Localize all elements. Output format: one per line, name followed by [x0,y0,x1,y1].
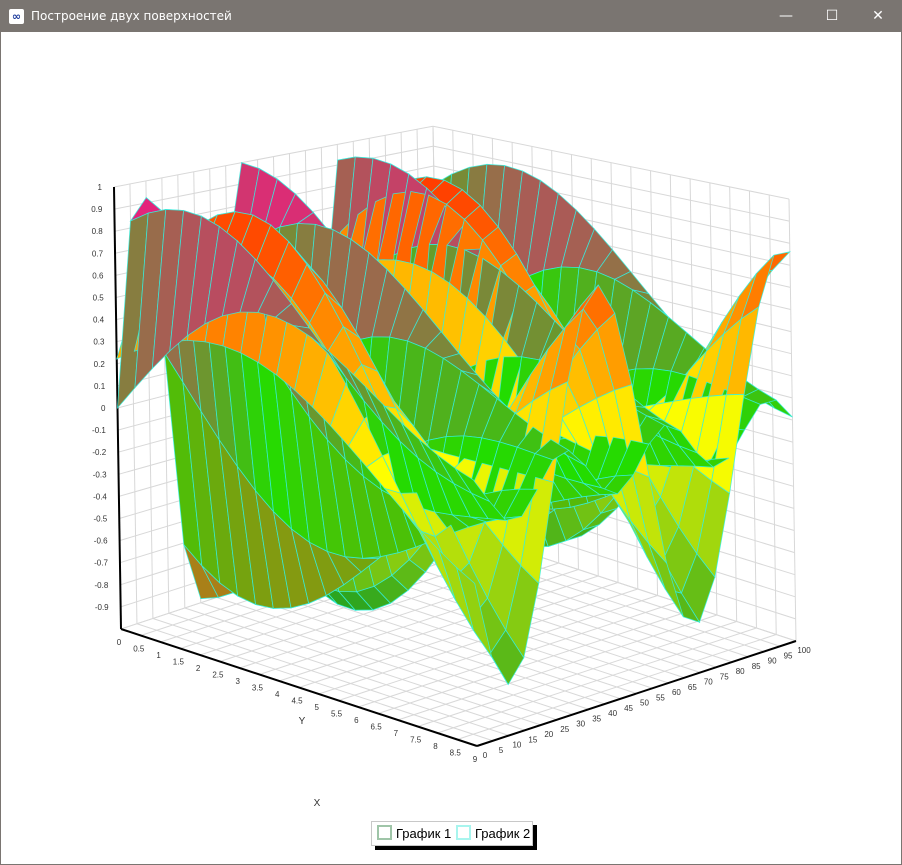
x-tick-label: 55 [656,693,665,702]
y-tick-label: 3.5 [252,684,264,693]
x-tick-label: 80 [736,667,745,676]
x-tick-label: 25 [560,725,569,734]
close-button[interactable]: ✕ [855,1,901,32]
app-window: ∞ Построение двух поверхностей — ☐ ✕ -0.… [0,0,902,865]
y-tick-label: 9 [473,755,478,764]
z-tick-label: 0.7 [92,249,104,258]
z-tick-label: 0.9 [91,205,103,214]
x-tick-label: 30 [576,720,585,729]
y-tick-label: 4.5 [291,697,303,706]
z-tick-label: -0.3 [93,470,107,479]
legend-label-2: График 2 [475,826,531,841]
z-tick-label: 0.8 [92,227,104,236]
y-axis-title: Y [299,716,306,727]
title-bar[interactable]: ∞ Построение двух поверхностей — ☐ ✕ [1,1,901,32]
z-tick-label: -0.7 [94,559,108,568]
y-tick-label: 8 [433,742,438,751]
minimize-button[interactable]: — [763,1,809,32]
z-tick-label: 0.6 [92,271,104,280]
x-tick-label: 85 [752,662,761,671]
x-tick-label: 40 [608,709,617,718]
maximize-button[interactable]: ☐ [809,1,855,32]
y-tick-label: 6.5 [371,723,383,732]
app-icon: ∞ [9,9,24,24]
y-tick-label: 2 [196,664,201,673]
z-tick-label: 0.2 [94,360,106,369]
legend-item-1[interactable]: График 1 [377,825,451,841]
z-tick-label: 0.4 [93,316,105,325]
x-axis-title: X [314,798,321,809]
legend-swatch-2 [456,825,471,840]
z-tick-label: 0 [101,404,106,413]
z-tick-label: -0.9 [95,603,109,612]
x-tick-label: 100 [797,646,811,655]
z-tick-label: -0.8 [95,581,109,590]
x-tick-label: 0 [483,751,488,760]
legend-item-2[interactable]: График 2 [456,825,530,841]
z-tick-label: -0.4 [93,492,107,501]
y-tick-label: 1.5 [173,658,185,667]
z-tick-label: 0.1 [94,382,106,391]
x-tick-label: 75 [720,672,729,681]
z-tick-label: -0.6 [94,537,108,546]
z-tick-label: 0.5 [93,294,105,303]
x-tick-label: 60 [672,688,681,697]
x-tick-label: 95 [784,651,793,660]
y-tick-label: 7.5 [410,736,422,745]
y-tick-label: 2.5 [212,671,224,680]
y-tick-label: 1 [156,651,161,660]
z-tick-label: -0.5 [93,515,107,524]
y-tick-label: 3 [235,677,240,686]
x-tick-label: 50 [640,699,649,708]
y-tick-label: 6 [354,716,359,725]
y-tick-label: 4 [275,690,280,699]
y-tick-label: 5.5 [331,710,343,719]
y-tick-label: 0.5 [133,645,145,654]
y-tick-label: 8.5 [450,749,462,758]
x-tick-label: 5 [499,746,504,755]
x-tick-label: 70 [704,678,713,687]
z-tick-label: 0.3 [93,338,105,347]
legend-swatch-1 [377,825,392,840]
y-tick-label: 0 [117,638,122,647]
x-tick-label: 45 [624,704,633,713]
legend: График 1 График 2 [371,821,533,846]
window-title: Построение двух поверхностей [31,9,232,23]
x-tick-label: 90 [768,657,777,666]
legend-label-1: График 1 [396,826,452,841]
y-tick-label: 7 [394,729,399,738]
x-tick-label: 10 [512,741,521,750]
x-tick-label: 15 [528,735,537,744]
z-tick-label: -0.2 [92,448,106,457]
x-tick-label: 35 [592,714,601,723]
x-tick-label: 20 [544,730,553,739]
z-tick-label: -0.1 [92,426,106,435]
surface-chart[interactable]: -0.9 -0.8 -0.7 -0.6 -0.5 -0.4 -0.3 -0.2 -0.1 0 0.1… [1,32,901,864]
y-tick-label: 5 [315,703,320,712]
z-tick-label: 1 [98,183,103,192]
x-tick-label: 65 [688,683,697,692]
